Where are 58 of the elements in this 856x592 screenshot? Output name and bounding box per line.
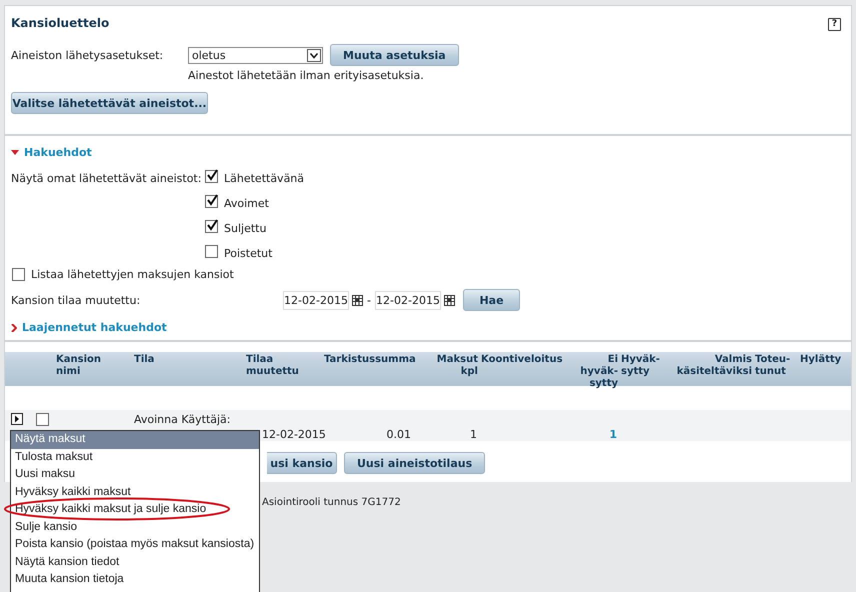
checkbox-label: Poistetut: [224, 246, 272, 260]
column-header: Hyväk-sytty: [621, 353, 661, 378]
change-settings-button[interactable]: Muuta asetuksia: [330, 44, 459, 66]
menu-item[interactable]: Uusi maksu: [11, 466, 259, 484]
menu-item[interactable]: Muuta kansion tietoja: [11, 571, 259, 588]
date-field[interactable]: 12-02-2015: [283, 290, 349, 310]
date-field[interactable]: 12-02-2015: [374, 290, 441, 310]
checkbox[interactable]: [205, 170, 218, 182]
column-header: Tilaa muutettu: [246, 353, 300, 378]
menu-item[interactable]: Näytä kansion tiedot: [11, 554, 259, 571]
menu-item[interactable]: Tulosta maksut: [11, 448, 259, 466]
table-cell: 12-02-2015: [262, 428, 326, 441]
select-files-button[interactable]: Valitse lähetettävät aineistot...: [11, 92, 208, 114]
calendar-icon[interactable]: [444, 294, 455, 306]
column-header: Koontiveloitus: [481, 353, 564, 366]
new-order-button[interactable]: Uusi aineistotilaus: [344, 452, 486, 474]
chevron-down-icon: [307, 48, 321, 62]
checkbox[interactable]: [205, 244, 218, 258]
checkbox-label: Lähetettävänä: [224, 170, 304, 184]
column-header: Toteu-tunut: [755, 353, 792, 378]
page-title: Kansioluettelo: [11, 16, 110, 30]
hint-text: Ainestot lähetetään ilman erityisasetuksia.: [188, 69, 425, 82]
field-label: Kansion tilaa muutettu:: [11, 294, 142, 306]
checkbox[interactable]: [205, 220, 218, 232]
checkbox-label: Suljettu: [224, 220, 266, 234]
column-header: Tarkistussumma: [324, 353, 417, 366]
checkbox[interactable]: [36, 413, 49, 426]
caret-right-icon[interactable]: [11, 413, 23, 425]
new-folder-button[interactable]: usi kansio: [267, 452, 337, 474]
checkbox[interactable]: [12, 268, 25, 281]
section-toggle-link[interactable]: Hakuehdot: [24, 146, 92, 159]
menu-item[interactable]: Hyväksy kaikki maksut: [11, 484, 259, 501]
menu-item[interactable]: Sulje kansio: [11, 518, 259, 536]
help-button[interactable]: ?: [828, 18, 841, 31]
column-header: Tila: [134, 353, 156, 366]
menu-item[interactable]: Poista kansio (poistaa myös maksut kansiosta): [11, 536, 259, 554]
range-separator: -: [367, 294, 371, 306]
column-header: Ei hyväk-sytty: [579, 353, 619, 390]
column-header: Hylätty: [800, 353, 842, 366]
table-cell: 1: [470, 428, 477, 441]
checkbox-label: Listaa lähetettyjen maksujen kansiot: [31, 268, 234, 281]
checkbox-label: Avoimet: [224, 196, 269, 210]
calendar-icon[interactable]: [352, 294, 363, 306]
table-cell: Avoinna Käyttäjä:: [134, 413, 230, 426]
column-header: Valmis käsiteltäviksi: [676, 353, 753, 378]
search-button[interactable]: Hae: [462, 289, 520, 311]
status-text: Asiointirooli tunnus 7G1772: [262, 497, 401, 508]
field-label: Aineiston lähetysasetukset:: [11, 48, 164, 62]
menu-item[interactable]: Näytä maksut: [11, 431, 259, 448]
column-header: Maksut kpl: [436, 353, 479, 378]
table-cell: 0.01: [386, 428, 411, 441]
dropdown-field[interactable]: oletus: [188, 46, 323, 64]
checkbox[interactable]: [205, 194, 218, 208]
caret-down-icon[interactable]: [11, 150, 19, 156]
section-toggle-link[interactable]: Laajennetut hakuehdot: [22, 321, 167, 334]
menu-item[interactable]: Hyväksy kaikki maksut ja sulje kansio: [11, 501, 259, 518]
column-header: Kansion nimi: [56, 353, 102, 378]
field-label: Näytä omat lähetettävät aineistot:: [11, 171, 202, 187]
